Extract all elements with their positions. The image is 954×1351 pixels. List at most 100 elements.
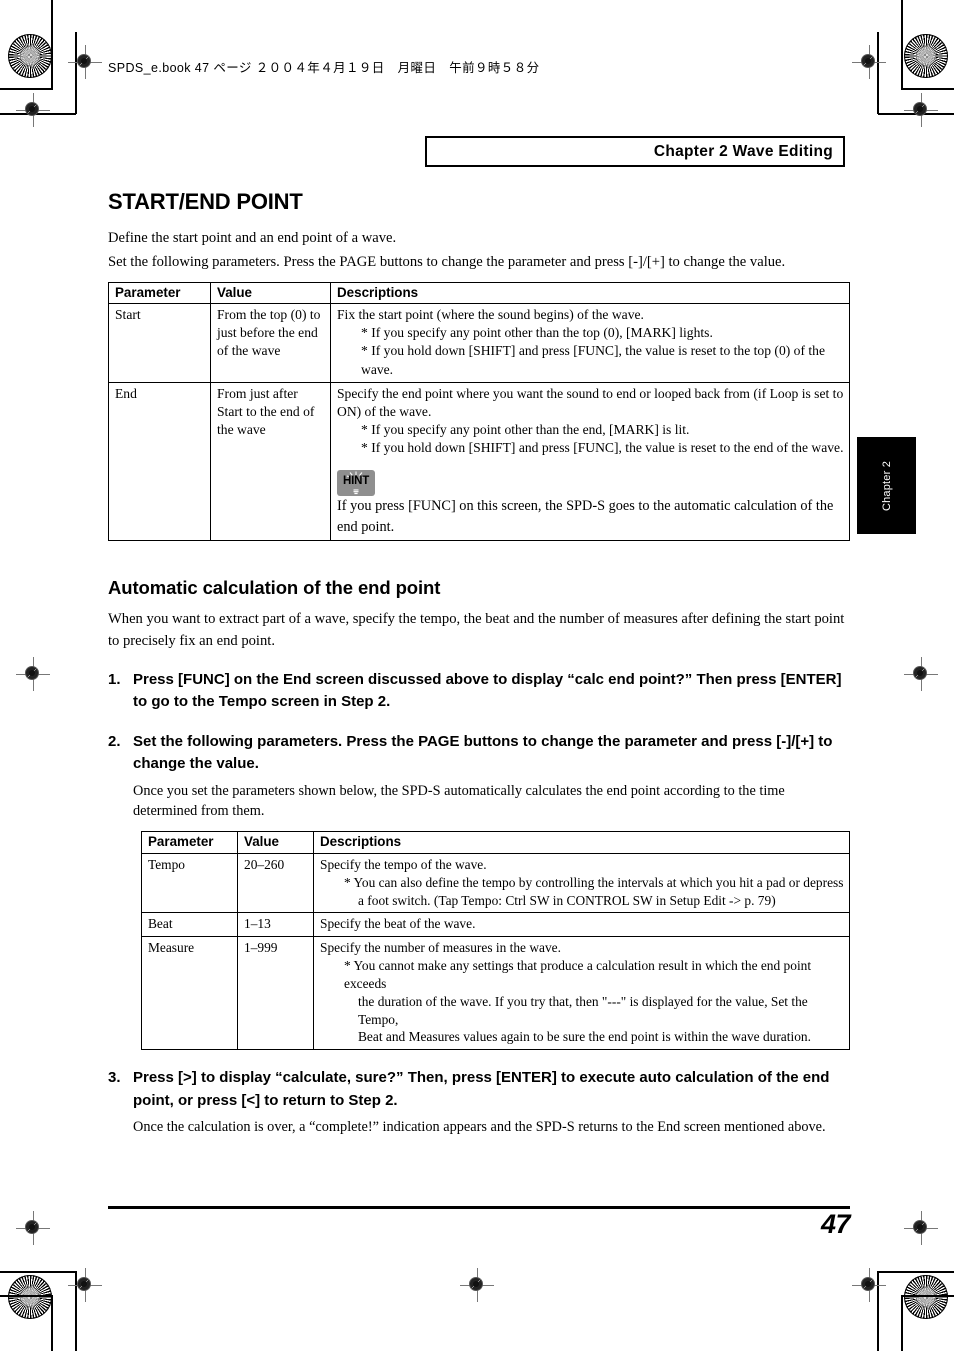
- crop-line-bottom-right-v2: [901, 1295, 903, 1351]
- hint-icon: HINT: [337, 469, 375, 496]
- intro-line-2: Set the following parameters. Press the …: [108, 254, 786, 271]
- cell-value: 1–13: [237, 912, 314, 938]
- table-row: Tempo 20–260 Specify the tempo of the wa…: [141, 852, 850, 914]
- registration-mark-right-lower: [904, 1211, 938, 1245]
- color-target-bottom-left: [8, 1275, 52, 1319]
- registration-mark-top-left-inner: [16, 93, 50, 127]
- crop-line-bottom-right-h: [878, 1271, 954, 1273]
- desc-line: * If you hold down [SHIFT] and press [FU…: [361, 343, 825, 377]
- step-3: 3. Press [>] to display “calculate, sure…: [108, 1067, 850, 1138]
- step-heading: Press [FUNC] on the End screen discussed…: [133, 670, 842, 711]
- crop-line-top-right-h2: [902, 88, 954, 90]
- cell-parameter: Start: [108, 303, 211, 383]
- table-row: Start From the top (0) to just before th…: [108, 303, 850, 383]
- registration-mark-left-middle: [16, 657, 50, 691]
- table-row: Beat 1–13 Specify the beat of the wave.: [141, 912, 850, 938]
- step-body: Press [FUNC] on the End screen discussed…: [133, 669, 850, 714]
- desc-line: * If you hold down [SHIFT] and press [FU…: [361, 439, 844, 455]
- registration-mark-left-lower: [16, 1211, 50, 1245]
- registration-mark-top-left: [68, 45, 102, 79]
- desc-line: the duration of the wave. If you try tha…: [358, 993, 808, 1027]
- registration-mark-right-middle: [904, 657, 938, 691]
- section-intro: When you want to extract part of a wave,…: [108, 611, 845, 649]
- cell-value: 1–999: [237, 936, 314, 1051]
- desc-line: * You cannot make any settings that prod…: [344, 958, 812, 991]
- start-end-parameter-table: Parameter Value Descriptions Start From …: [108, 281, 850, 542]
- desc-line: Specify the number of measures in the wa…: [320, 940, 561, 956]
- desc-line: Beat and Measures values again to be sur…: [358, 1029, 811, 1045]
- crop-line-bottom-left-h2: [0, 1295, 52, 1297]
- cell-parameter: End: [108, 381, 211, 542]
- side-tab-label: Chapter 2: [880, 460, 893, 511]
- step-body: Press [>] to display “calculate, sure?” …: [133, 1067, 850, 1138]
- crop-line-bottom-left-v2: [51, 1295, 53, 1351]
- column-header-value: Value: [210, 281, 331, 305]
- hint-text: If you press [FUNC] on this screen, the …: [337, 497, 834, 535]
- step-number: 1.: [108, 670, 121, 688]
- registration-mark-bottom-center: [460, 1268, 494, 1302]
- column-header-descriptions: Descriptions: [313, 831, 850, 854]
- desc-line: Specify the end point where you want the…: [337, 385, 844, 401]
- book-print-stamp: SPDS_e.book 47 ページ ２００４年４月１９日 月曜日 午前９時５８…: [108, 61, 540, 75]
- column-header-value: Value: [237, 831, 314, 854]
- step-body: Set the following parameters. Press the …: [133, 731, 850, 822]
- table-row: Measure 1–999 Specify the number of meas…: [141, 936, 850, 1051]
- cell-description: Specify the number of measures in the wa…: [313, 936, 850, 1051]
- desc-line: * You can also define the tempo by contr…: [344, 874, 844, 890]
- crop-line-top-left-h2: [0, 88, 52, 90]
- tempo-beat-measure-table-wrapper: Parameter Value Descriptions Tempo 20–26…: [141, 831, 850, 1051]
- registration-mark-top-right: [852, 45, 886, 79]
- tempo-beat-measure-table: Parameter Value Descriptions Tempo 20–26…: [141, 831, 850, 1051]
- main-content: START/END POINT Define the start point a…: [108, 189, 850, 1138]
- cell-value: From just after Start to the end of the …: [210, 381, 331, 542]
- lightbulb-base-icon: [353, 489, 359, 495]
- step-heading: Set the following parameters. Press the …: [133, 732, 833, 773]
- step-number: 2.: [108, 732, 121, 750]
- desc-line: Specify the tempo of the wave.: [320, 856, 487, 872]
- desc-line: Specify the beat of the wave.: [320, 916, 476, 932]
- cell-value: 20–260: [237, 852, 314, 914]
- chapter-header-box: Chapter 2 Wave Editing: [425, 136, 845, 167]
- cell-parameter: Tempo: [141, 852, 238, 914]
- desc-line: * If you specify any point other than th…: [361, 325, 713, 341]
- page-number: 47: [820, 1209, 851, 1239]
- table-header-row: Parameter Value Descriptions: [141, 831, 850, 854]
- step-number: 3.: [108, 1069, 121, 1087]
- step-note: Once the calculation is over, a “complet…: [133, 1119, 826, 1136]
- desc-line: ON) of the wave.: [337, 403, 432, 419]
- step-2: 2. Set the following parameters. Press t…: [108, 731, 850, 822]
- desc-line: a foot switch. (Tap Tempo: Ctrl SW in CO…: [358, 892, 776, 908]
- cell-value: From the top (0) to just before the end …: [210, 303, 331, 383]
- color-target-bottom-right: [904, 1275, 948, 1319]
- hint-block: HINT If you press [FUNC] on this screen,…: [337, 469, 844, 537]
- registration-mark-bottom-left: [68, 1268, 102, 1302]
- crop-line-bottom-right-h2: [902, 1295, 954, 1297]
- crop-line-bottom-left-h: [0, 1271, 76, 1273]
- chapter-header-label: Chapter 2 Wave Editing: [653, 142, 833, 160]
- step-note: Once you set the parameters shown below,…: [133, 782, 785, 820]
- side-tab-chapter: Chapter 2: [857, 437, 916, 534]
- step-1: 1. Press [FUNC] on the End screen discus…: [108, 669, 850, 714]
- table-header-row: Parameter Value Descriptions: [108, 281, 850, 305]
- section-title-automatic-calculation: Automatic calculation of the end point: [108, 577, 441, 599]
- crop-line-top-left-v2: [51, 0, 53, 90]
- registration-mark-bottom-right: [852, 1268, 886, 1302]
- color-target-top-right: [904, 34, 948, 78]
- step-heading: Press [>] to display “calculate, sure?” …: [133, 1069, 830, 1109]
- cell-description: Specify the tempo of the wave. * You can…: [313, 852, 850, 914]
- intro-line-1: Define the start point and an end point …: [108, 230, 397, 247]
- color-target-top-left: [8, 34, 52, 78]
- column-header-parameter: Parameter: [108, 281, 211, 305]
- cell-description: Fix the start point (where the sound beg…: [330, 303, 850, 383]
- desc-line: Fix the start point (where the sound beg…: [337, 307, 644, 323]
- cell-description: Specify the end point where you want the…: [330, 381, 850, 542]
- page-title: START/END POINT: [108, 189, 303, 214]
- desc-line: * If you specify any point other than th…: [361, 421, 690, 437]
- hint-label: HINT: [342, 474, 370, 487]
- cell-description: Specify the beat of the wave.: [313, 912, 850, 938]
- crop-line-top-right-v2: [901, 0, 903, 90]
- cell-parameter: Beat: [141, 912, 238, 938]
- column-header-parameter: Parameter: [141, 831, 238, 854]
- footer-rule: [108, 1206, 850, 1209]
- column-header-descriptions: Descriptions: [330, 281, 850, 305]
